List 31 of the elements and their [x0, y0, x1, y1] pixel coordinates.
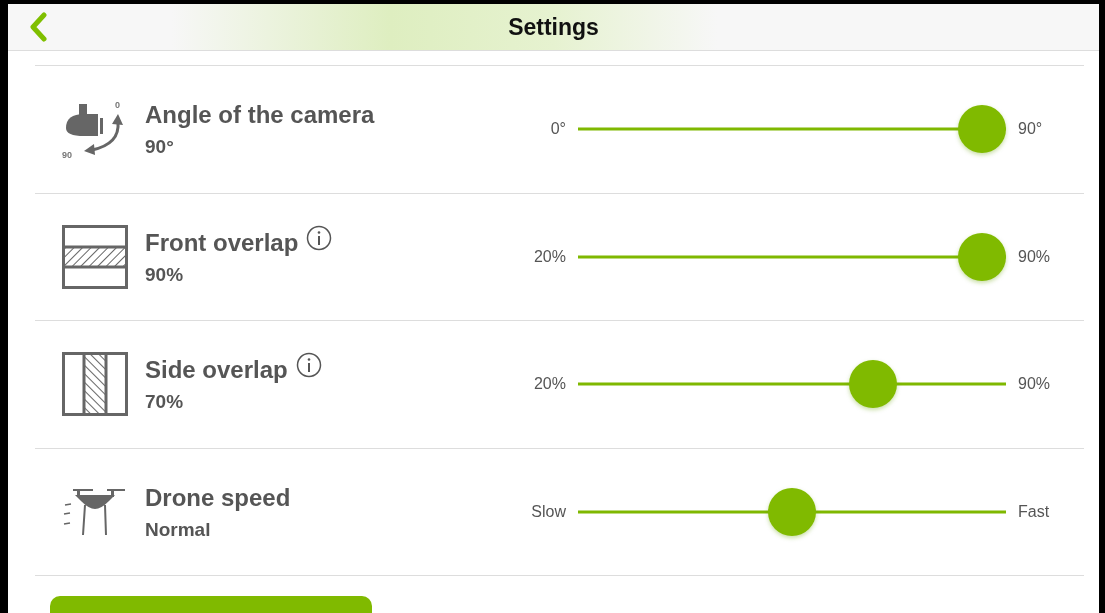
side-overlap-icon: [62, 352, 128, 417]
slider-min-label: 20%: [532, 374, 567, 395]
setting-value: 90°: [145, 135, 175, 160]
setting-value: 70%: [145, 390, 185, 415]
slider[interactable]: [578, 105, 1006, 154]
drone-icon: [63, 486, 127, 537]
slider-max-label: 90%: [1017, 374, 1052, 395]
front-overlap-icon: [62, 224, 128, 289]
slider-thumb[interactable]: [849, 360, 898, 409]
slider-min-label: 0°: [549, 119, 567, 140]
slider-thumb[interactable]: [958, 232, 1006, 281]
slider[interactable]: [578, 360, 1006, 409]
slider[interactable]: [578, 487, 1006, 536]
slider-thumb[interactable]: [958, 105, 1006, 154]
slider[interactable]: [578, 232, 1006, 281]
setting-title: Drone speed: [145, 482, 291, 513]
slider-max-label: 90°: [1017, 119, 1044, 140]
back-icon[interactable]: [28, 12, 48, 43]
slider-max-label: Fast: [1017, 501, 1051, 522]
setting-value: 90%: [145, 262, 185, 287]
slider-min-label: 20%: [532, 246, 567, 267]
setting-title: Front overlap: [145, 227, 299, 258]
setting-title: Angle of the camera: [145, 100, 375, 131]
slider-max-label: 90%: [1017, 246, 1052, 267]
slider-min-label: Slow: [530, 501, 567, 522]
info-icon[interactable]: [295, 352, 322, 379]
info-icon[interactable]: [306, 224, 333, 251]
page-title: Settings: [508, 12, 599, 42]
setting-title: Side overlap: [145, 355, 288, 386]
slider-thumb[interactable]: [768, 487, 816, 536]
setting-value: Normal: [145, 517, 212, 542]
